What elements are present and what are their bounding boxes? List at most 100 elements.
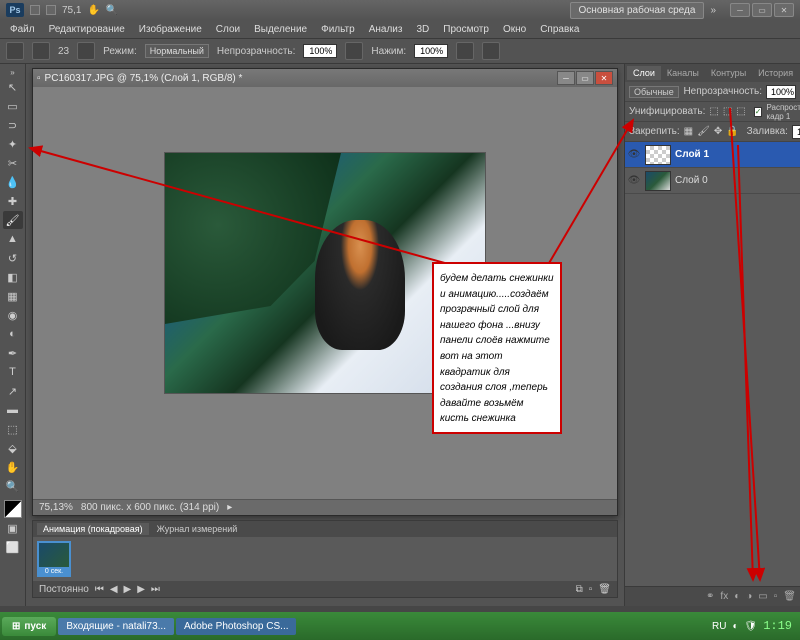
3d-tool[interactable]: ⬚ — [3, 420, 23, 438]
menu-filter[interactable]: Фильтр — [315, 22, 361, 37]
tab-animation[interactable]: Анимация (покадровая) — [37, 523, 149, 535]
layer-name[interactable]: Слой 1 — [675, 149, 709, 160]
anim-first-icon[interactable]: ⏮ — [95, 584, 104, 595]
gradient-tool[interactable]: ▦ — [3, 287, 23, 305]
screenmode-icon[interactable]: ⬜ — [3, 538, 23, 556]
hand-icon[interactable]: ✋ — [87, 5, 99, 16]
crop-tool[interactable]: ✂ — [3, 154, 23, 172]
tablet-pressure-icon[interactable] — [482, 42, 500, 60]
adjustment-layer-icon[interactable]: ◑ — [746, 591, 752, 602]
flow-input[interactable]: 100% — [414, 44, 448, 58]
menu-3d[interactable]: 3D — [410, 22, 435, 37]
taskbar-item-mail[interactable]: Входящие - natali73... — [58, 618, 174, 635]
layer-thumbnail[interactable] — [645, 171, 671, 191]
lock-pos-icon[interactable]: ✥ — [714, 126, 722, 137]
lock-all-icon[interactable]: 🔒 — [726, 126, 738, 137]
anim-new-frame-icon[interactable]: ▫ — [589, 584, 593, 595]
workspace-button[interactable]: Основная рабочая среда — [570, 2, 705, 19]
maximize-button[interactable]: ▭ — [752, 3, 772, 17]
brush-size[interactable]: 23 — [58, 46, 69, 57]
new-layer-icon[interactable]: ▫ — [774, 591, 778, 602]
eyedropper-tool[interactable]: 💧 — [3, 173, 23, 191]
anim-tween-icon[interactable]: ⧉ — [576, 584, 583, 595]
stamp-tool[interactable]: ▲ — [3, 230, 23, 248]
doc-maximize-button[interactable]: ▭ — [576, 71, 594, 85]
layer-opacity-input[interactable]: 100% — [766, 85, 796, 99]
language-indicator[interactable]: RU — [712, 621, 726, 632]
path-tool[interactable]: ↗ — [3, 382, 23, 400]
menu-view[interactable]: Просмотр — [437, 22, 495, 37]
anim-delete-icon[interactable]: 🗑 — [598, 584, 611, 595]
dodge-tool[interactable]: ◐ — [3, 325, 23, 343]
zoom-icon[interactable]: 🔍 — [106, 5, 118, 16]
menu-analysis[interactable]: Анализ — [363, 22, 409, 37]
type-tool[interactable]: T — [3, 363, 23, 381]
tab-history[interactable]: История — [752, 66, 799, 80]
close-button[interactable]: ✕ — [774, 3, 794, 17]
brush-panel-icon[interactable] — [77, 42, 95, 60]
marquee-tool[interactable]: ▭ — [3, 97, 23, 115]
minimize-button[interactable]: ─ — [730, 3, 750, 17]
layer-mask-icon[interactable]: ◐ — [734, 591, 740, 602]
loop-select[interactable]: Постоянно — [39, 584, 89, 595]
zoom-indicator[interactable]: 75,1 — [62, 5, 81, 16]
menu-file[interactable]: Файл — [4, 22, 41, 37]
brush-tool-icon[interactable] — [6, 42, 24, 60]
visibility-icon[interactable]: 👁 — [627, 174, 641, 188]
lasso-tool[interactable]: ⊃ — [3, 116, 23, 134]
layer-fx-icon[interactable]: fx — [720, 591, 728, 602]
blend-mode-select[interactable]: Нормальный — [145, 44, 209, 58]
heal-tool[interactable]: ✚ — [3, 192, 23, 210]
visibility-icon[interactable]: 👁 — [627, 148, 641, 162]
tab-paths[interactable]: Контуры — [705, 66, 752, 80]
frame-duration[interactable]: 0 сек. — [39, 567, 69, 577]
move-tool[interactable]: ↖ — [3, 78, 23, 96]
opacity-input[interactable]: 100% — [303, 44, 337, 58]
layer-row-1[interactable]: 👁 Слой 1 — [625, 142, 800, 168]
menu-select[interactable]: Выделение — [248, 22, 313, 37]
shape-tool[interactable]: ▬ — [3, 401, 23, 419]
zoom-tool[interactable]: 🔍 — [3, 477, 23, 495]
doc-zoom[interactable]: 75,13% — [39, 502, 73, 513]
mini-bridge-icon[interactable] — [46, 5, 56, 15]
brush-tool[interactable]: 🖌 — [3, 211, 23, 229]
anim-next-icon[interactable]: ▶ — [137, 584, 145, 595]
quickmask-icon[interactable]: ▣ — [3, 519, 23, 537]
doc-minimize-button[interactable]: ─ — [557, 71, 575, 85]
link-layers-icon[interactable]: ⚭ — [706, 591, 714, 602]
doc-info-arrow-icon[interactable]: ▸ — [227, 502, 232, 513]
anim-play-icon[interactable]: ▶ — [124, 584, 132, 595]
tray-icon[interactable]: 🛡 — [744, 621, 757, 632]
menu-edit[interactable]: Редактирование — [43, 22, 131, 37]
taskbar-item-photoshop[interactable]: Adobe Photoshop CS... — [176, 618, 296, 635]
color-swatches[interactable] — [4, 500, 22, 518]
menu-image[interactable]: Изображение — [133, 22, 208, 37]
bridge-icon[interactable] — [30, 5, 40, 15]
3d-camera-tool[interactable]: ⬙ — [3, 439, 23, 457]
unify-pos-icon[interactable]: ⬚ — [709, 106, 718, 117]
layer-thumbnail[interactable] — [645, 145, 671, 165]
lock-pixels-icon[interactable]: 🖌 — [697, 126, 710, 137]
toolbox-grip-icon[interactable]: » — [10, 68, 14, 77]
airbrush-icon[interactable] — [456, 42, 474, 60]
layer-group-icon[interactable]: ▭ — [758, 591, 767, 602]
doc-info[interactable]: 800 пикс. x 600 пикс. (314 ppi) — [81, 502, 219, 513]
layer-name[interactable]: Слой 0 — [675, 175, 708, 186]
unify-style-icon[interactable]: ⬚ — [736, 106, 745, 117]
eraser-tool[interactable]: ◧ — [3, 268, 23, 286]
pen-tool[interactable]: ✒ — [3, 344, 23, 362]
brush-preset-icon[interactable] — [32, 42, 50, 60]
layer-row-0[interactable]: 👁 Слой 0 — [625, 168, 800, 194]
wand-tool[interactable]: ✦ — [3, 135, 23, 153]
menu-window[interactable]: Окно — [497, 22, 532, 37]
menu-layer[interactable]: Слои — [210, 22, 246, 37]
start-button[interactable]: ⊞пуск — [2, 617, 56, 636]
unify-vis-icon[interactable]: ⬚ — [723, 106, 732, 117]
opacity-pressure-icon[interactable] — [345, 42, 363, 60]
workspace-more-icon[interactable]: » — [710, 5, 716, 16]
animation-frame-1[interactable]: 0 сек. — [37, 541, 71, 577]
history-brush-tool[interactable]: ↺ — [3, 249, 23, 267]
doc-close-button[interactable]: ✕ — [595, 71, 613, 85]
tray-icon[interactable]: ◐ — [732, 621, 738, 632]
tab-measurement-log[interactable]: Журнал измерений — [151, 523, 244, 535]
